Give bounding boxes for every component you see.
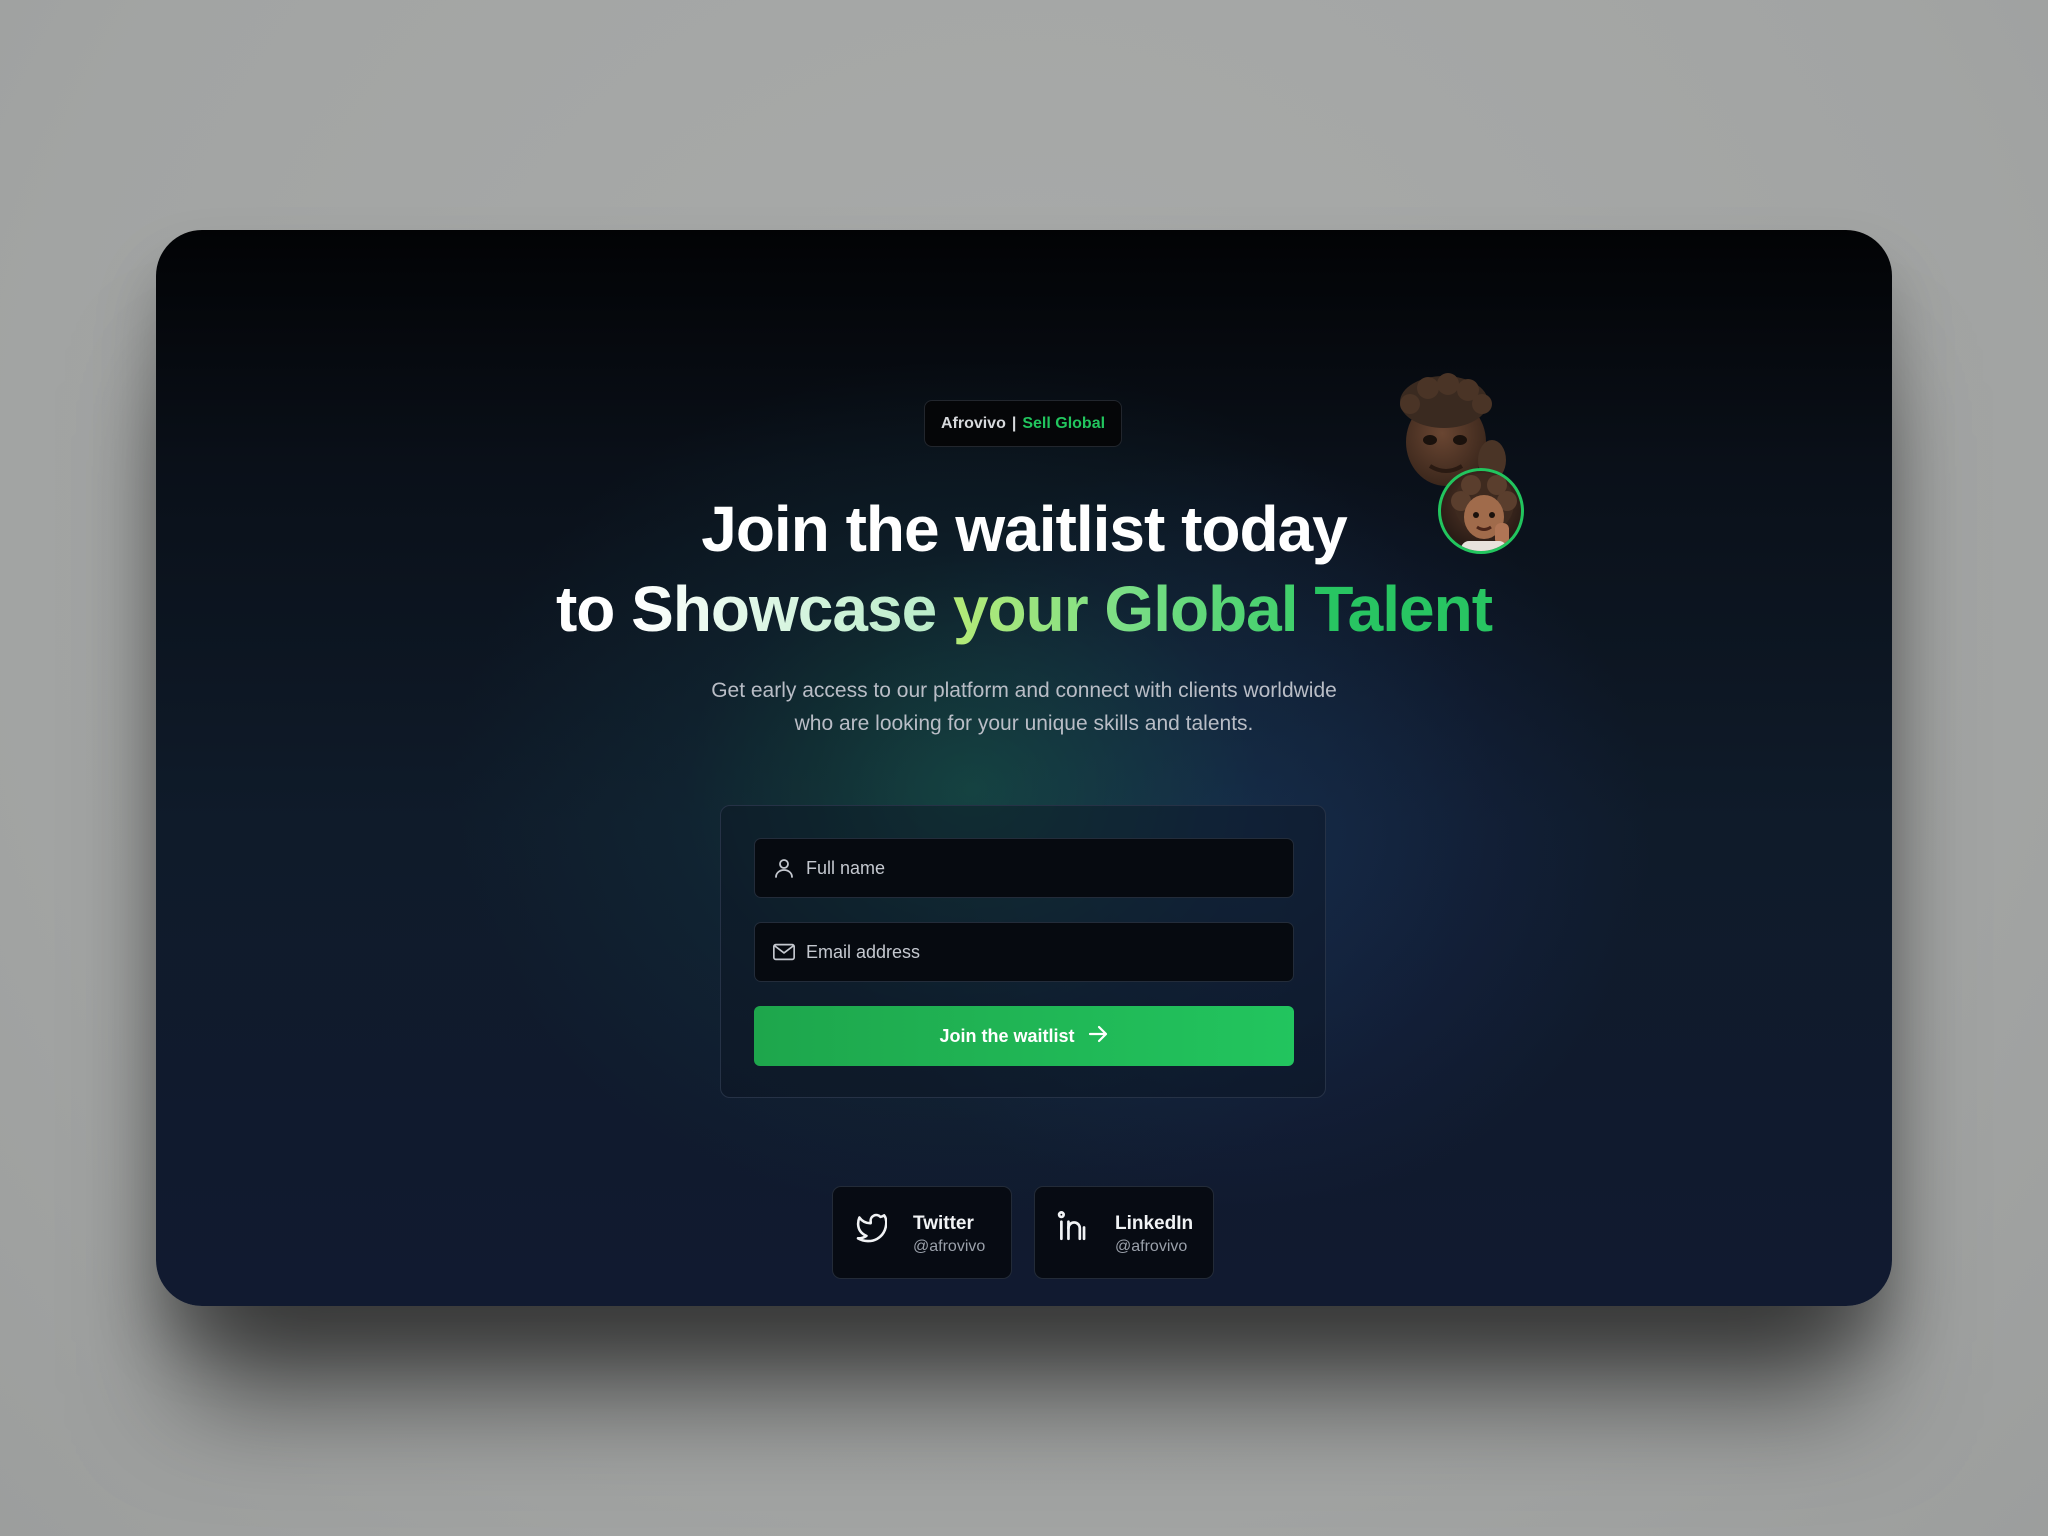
headline-line-1: Join the waitlist today	[701, 493, 1348, 565]
email-input[interactable]	[806, 941, 1286, 963]
headline-word-talent: Talent	[1314, 573, 1493, 645]
user-icon	[772, 856, 796, 880]
linkedin-handle: @afrovivo	[1115, 1238, 1188, 1255]
brand-name: Afrovivo	[940, 414, 1006, 432]
twitter-link[interactable]: Twitter @afrovivo	[832, 1186, 1012, 1279]
fullname-input[interactable]	[806, 857, 1286, 879]
headline-line-2: to Showcase your Global Talent	[0, 572, 2048, 646]
fullname-field[interactable]	[754, 838, 1294, 898]
email-field[interactable]	[754, 922, 1294, 982]
waitlist-form: Join the waitlist	[720, 805, 1326, 1098]
brand-separator: |	[1011, 414, 1017, 432]
twitter-icon	[853, 1209, 888, 1243]
join-waitlist-label: Join the waitlist	[939, 1025, 1075, 1046]
twitter-name: Twitter	[913, 1213, 974, 1234]
headline-word-to: to	[555, 573, 615, 645]
backdrop: Afrovivo | Sell Global Join the waitlist…	[0, 0, 2048, 1536]
arrow-right-icon	[1087, 1023, 1109, 1050]
brand-badge: Afrovivo | Sell Global	[924, 400, 1122, 447]
mail-icon	[772, 940, 796, 964]
headline-word-showcase: Showcase	[631, 573, 937, 645]
join-waitlist-button[interactable]: Join the waitlist	[754, 1006, 1294, 1066]
linkedin-name: LinkedIn	[1115, 1213, 1194, 1234]
landing-card	[156, 230, 1892, 1306]
subtitle-line-2: who are looking for your unique skills a…	[794, 712, 1254, 735]
brand-tagline: Sell Global	[1022, 414, 1106, 432]
subtitle-line-1: Get early access to our platform and con…	[711, 679, 1337, 702]
headline-words-your-global: your Global	[952, 573, 1299, 645]
linkedin-icon	[1055, 1209, 1089, 1243]
linkedin-link[interactable]: LinkedIn @afrovivo	[1034, 1186, 1214, 1279]
twitter-handle: @afrovivo	[913, 1238, 986, 1255]
